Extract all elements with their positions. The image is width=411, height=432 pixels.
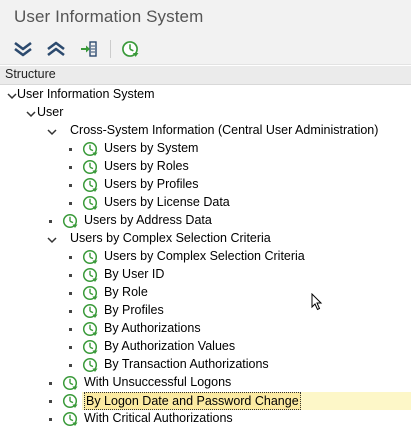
tree-report-node[interactable]: By Role <box>0 284 411 302</box>
bullet-icon <box>69 346 72 349</box>
toolbar-separator <box>110 40 111 58</box>
execute-clock-icon[interactable] <box>62 213 78 229</box>
bullet-icon <box>49 418 52 421</box>
double-chevron-up-icon <box>47 41 65 57</box>
tree-report-node[interactable]: By Authorization Values <box>0 338 411 356</box>
execute-button[interactable] <box>119 38 141 60</box>
tree-node-label[interactable]: By Transaction Authorizations <box>104 357 269 371</box>
tree-report-node[interactable]: Users by Address Data <box>0 212 411 230</box>
execute-clock-icon[interactable] <box>82 177 98 193</box>
bullet-icon <box>69 166 72 169</box>
tree-node-label[interactable]: Users by Roles <box>104 159 189 173</box>
execute-clock-icon[interactable] <box>82 159 98 175</box>
tree-report-node[interactable]: By Authorizations <box>0 320 411 338</box>
tree-folder-node[interactable]: User Information System <box>0 86 411 104</box>
double-chevron-down-icon <box>14 41 32 57</box>
bullet-icon <box>69 328 72 331</box>
tree-report-node[interactable]: By Profiles <box>0 302 411 320</box>
tree-folder-node[interactable]: Cross-System Information (Central User A… <box>0 122 411 140</box>
expand-all-button[interactable] <box>45 38 67 60</box>
toolbar <box>0 34 411 65</box>
execute-clock-icon[interactable] <box>82 141 98 157</box>
chevron-down-icon[interactable] <box>25 107 37 119</box>
tree-report-node[interactable]: Users by Complex Selection Criteria <box>0 248 411 266</box>
bullet-icon <box>69 364 72 367</box>
collapse-all-button[interactable] <box>12 38 34 60</box>
execute-clock-icon <box>122 41 139 57</box>
tree-node-label[interactable]: By Profiles <box>104 303 164 317</box>
tree-folder-node[interactable]: Users by Complex Selection Criteria <box>0 230 411 248</box>
execute-clock-icon[interactable] <box>82 357 98 373</box>
execute-clock-icon[interactable] <box>82 267 98 283</box>
tree-node-label[interactable]: By Authorization Values <box>104 339 235 353</box>
bullet-icon <box>69 202 72 205</box>
tree-node-label[interactable]: By Logon Date and Password Change <box>84 392 301 410</box>
execute-clock-icon[interactable] <box>82 339 98 355</box>
execute-clock-icon[interactable] <box>82 285 98 301</box>
tree-report-node[interactable]: By User ID <box>0 266 411 284</box>
chevron-down-icon[interactable] <box>46 125 58 137</box>
subtree-arrow-icon <box>81 41 97 57</box>
execute-clock-icon[interactable] <box>62 393 78 409</box>
tree-node-label[interactable]: By Authorizations <box>104 321 201 335</box>
tree-report-node[interactable]: With Critical Authorizations <box>0 410 411 428</box>
bullet-icon <box>69 184 72 187</box>
tree-report-node[interactable]: Users by License Data <box>0 194 411 212</box>
execute-clock-icon[interactable] <box>82 249 98 265</box>
structure-header-label: Structure <box>5 67 56 81</box>
execute-clock-icon[interactable] <box>62 375 78 391</box>
tree-node-label[interactable]: Users by License Data <box>104 195 230 209</box>
structure-tree: User Information System User Cross-Syste… <box>0 86 411 427</box>
tree-report-node[interactable]: Users by Profiles <box>0 176 411 194</box>
bullet-icon <box>49 400 52 403</box>
tree-report-node[interactable]: Users by System <box>0 140 411 158</box>
chevron-down-icon[interactable] <box>46 233 58 245</box>
structure-header: Structure <box>0 66 411 85</box>
tree-node-label[interactable]: With Critical Authorizations <box>84 411 233 425</box>
tree-node-label[interactable]: User Information System <box>17 87 155 101</box>
tree-node-label[interactable]: With Unsuccessful Logons <box>84 375 231 389</box>
tree-report-node[interactable]: Users by Roles <box>0 158 411 176</box>
tree-node-label[interactable]: Users by Address Data <box>84 213 212 227</box>
bullet-icon <box>69 148 72 151</box>
tree-node-label[interactable]: Cross-System Information (Central User A… <box>70 123 378 137</box>
window-title: User Information System <box>14 7 204 26</box>
bullet-icon <box>49 220 52 223</box>
tree-node-label[interactable]: Users by Profiles <box>104 177 198 191</box>
tree-node-label[interactable]: Users by Complex Selection Criteria <box>70 231 271 245</box>
execute-clock-icon[interactable] <box>62 411 78 427</box>
tree-node-label[interactable]: Users by System <box>104 141 198 155</box>
tree-node-label[interactable]: Users by Complex Selection Criteria <box>104 249 305 263</box>
tree-folder-node[interactable]: User <box>0 104 411 122</box>
tree-node-label[interactable]: By User ID <box>104 267 164 281</box>
bullet-icon <box>69 292 72 295</box>
bullet-icon <box>49 382 52 385</box>
tree-report-node[interactable]: By Logon Date and Password Change <box>0 392 411 410</box>
execute-clock-icon[interactable] <box>82 321 98 337</box>
tree-node-label[interactable]: User <box>37 105 63 119</box>
bullet-icon <box>69 274 72 277</box>
tree-report-node[interactable]: With Unsuccessful Logons <box>0 374 411 392</box>
tree-node-label[interactable]: By Role <box>104 285 148 299</box>
open-subtree-button[interactable] <box>78 38 100 60</box>
bullet-icon <box>69 256 72 259</box>
tree-report-node[interactable]: By Transaction Authorizations <box>0 356 411 374</box>
execute-clock-icon[interactable] <box>82 195 98 211</box>
title-bar: User Information System <box>0 0 411 34</box>
bullet-icon <box>69 310 72 313</box>
execute-clock-icon[interactable] <box>82 303 98 319</box>
mouse-cursor-icon <box>311 293 323 311</box>
